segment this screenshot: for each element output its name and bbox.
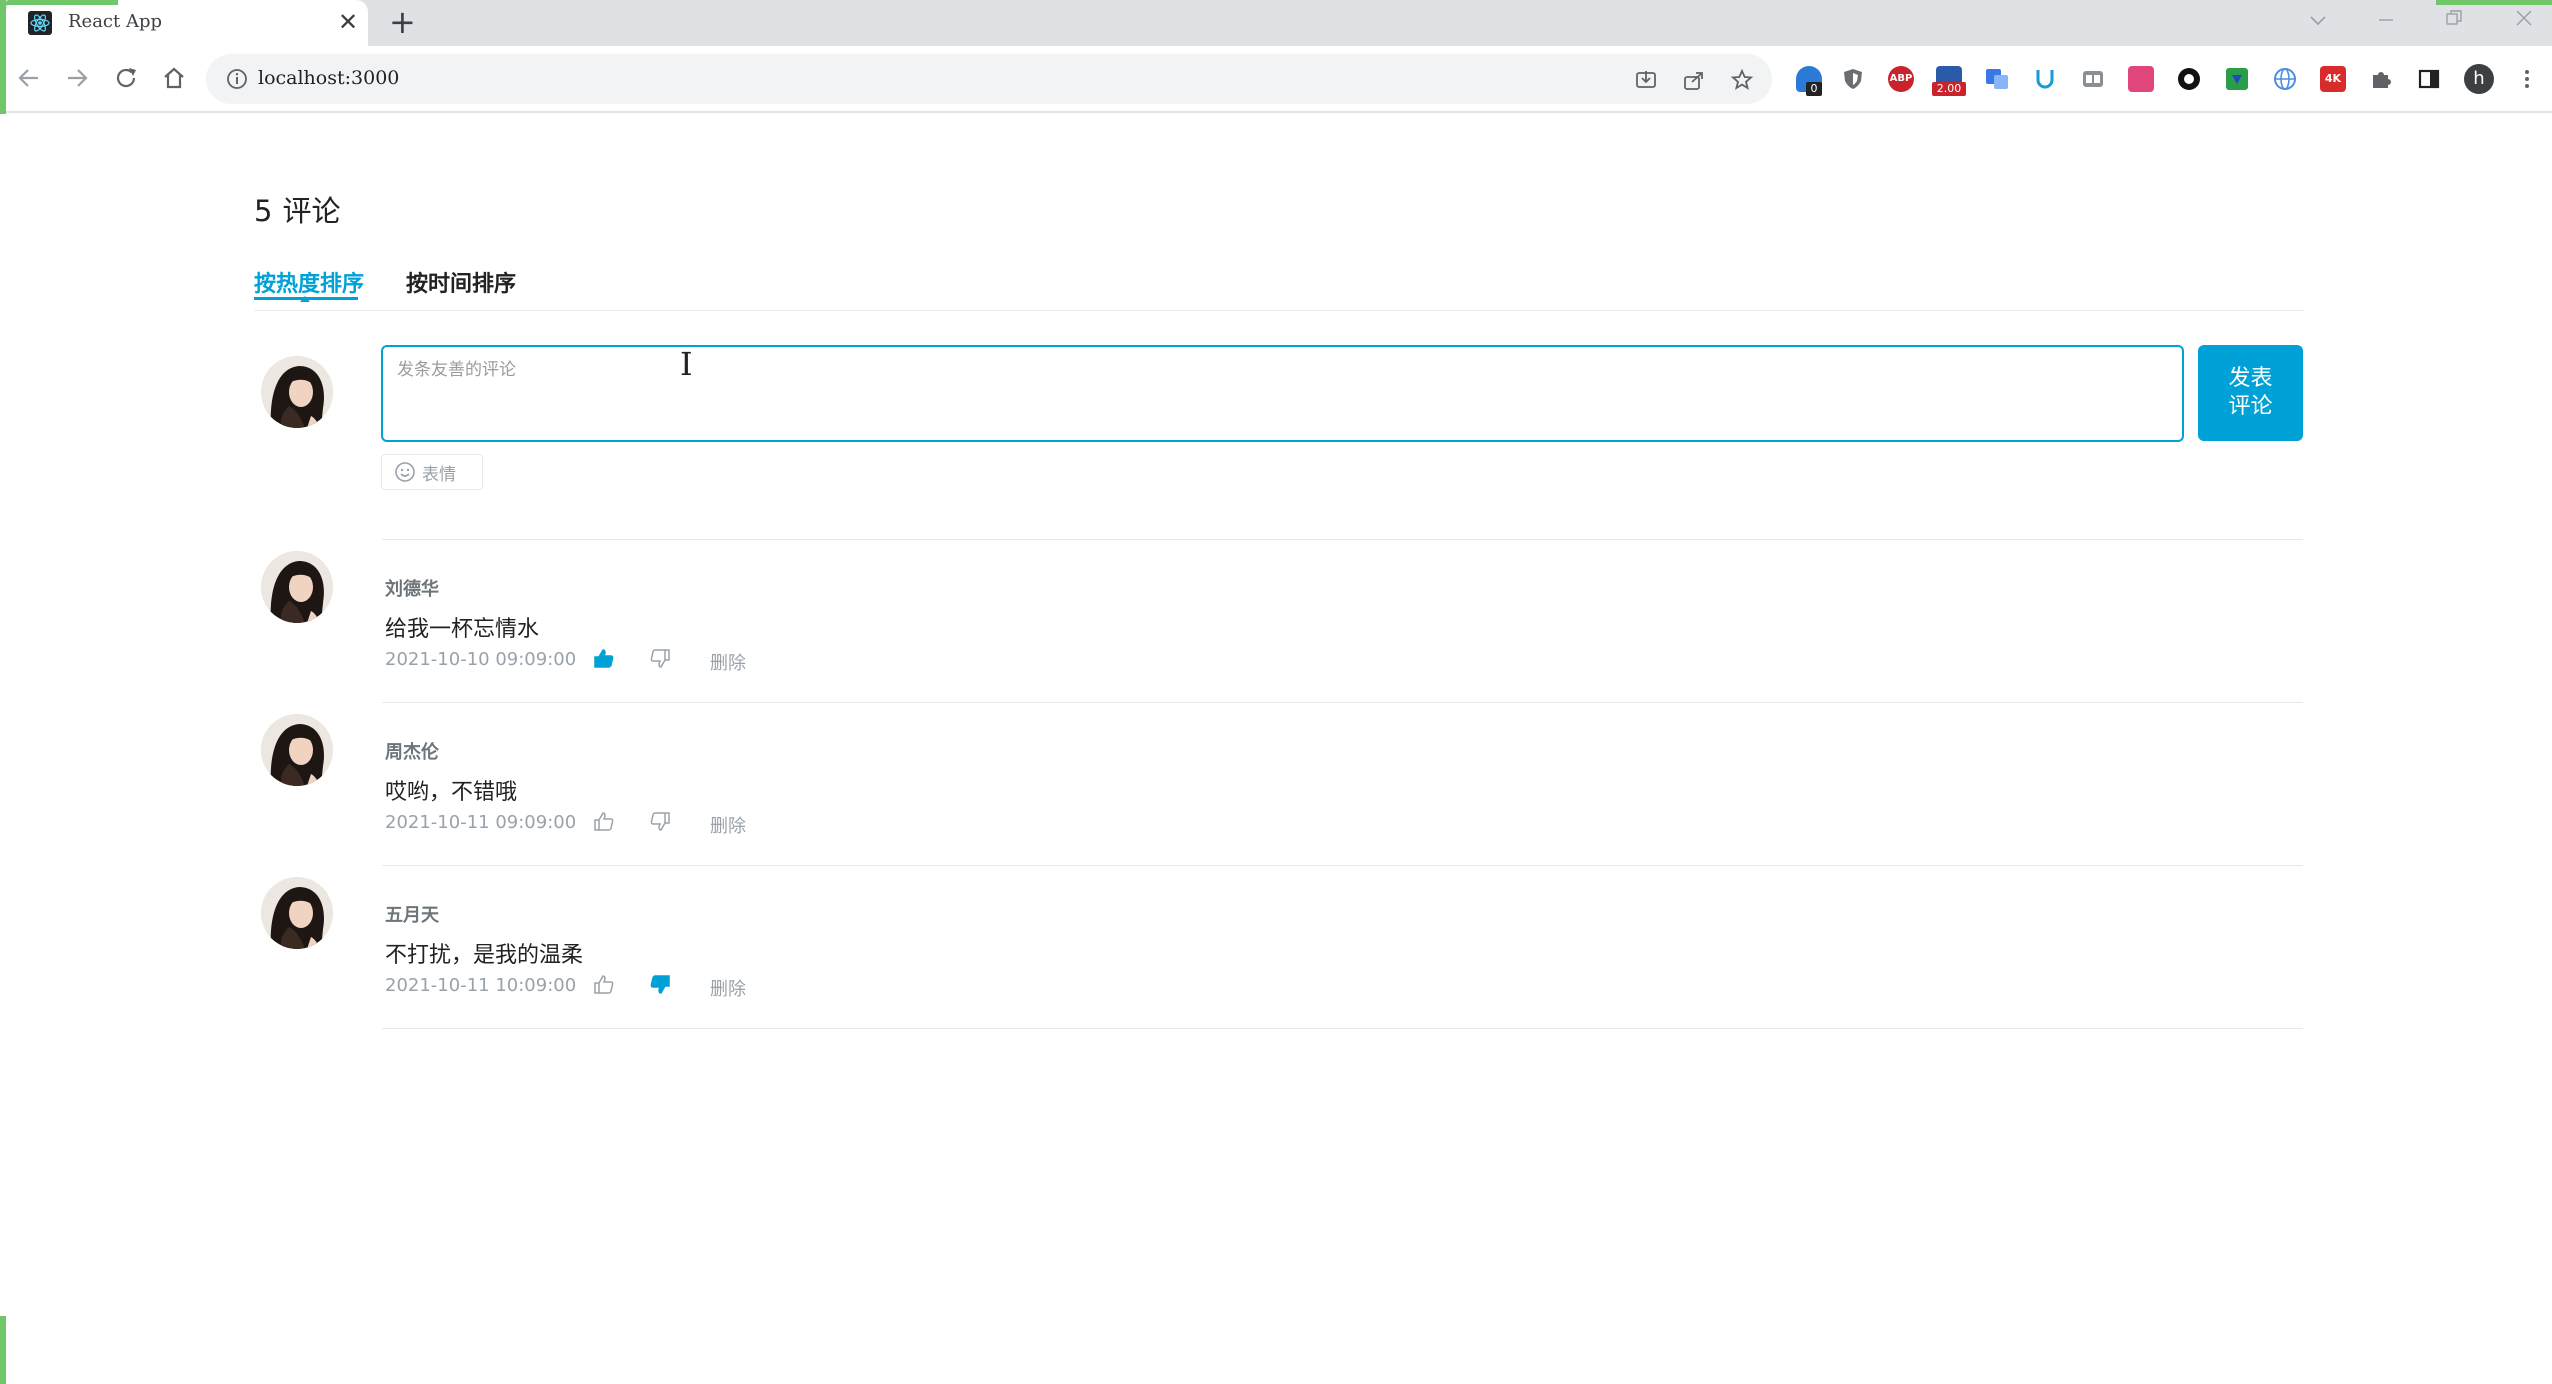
browser-tab[interactable]: React App ✕ <box>6 0 368 46</box>
menu-kebab-icon[interactable] <box>2514 66 2540 92</box>
comment-text: 给我一杯忘情水 <box>385 617 540 642</box>
tab-accent-bar <box>6 0 118 5</box>
comment-input[interactable] <box>381 345 2184 442</box>
browser-toolbar: localhost:3000 0 ABP 2.00 4K h <box>0 46 2552 113</box>
thumbs-up-icon[interactable] <box>592 973 614 995</box>
tab-sort-time-label: 按时间排序 <box>406 272 517 297</box>
active-tab-caret <box>300 296 310 302</box>
comment-count-title: 5 评论 <box>254 188 340 230</box>
minimize-icon[interactable] <box>2376 10 2396 30</box>
avatar-image-icon <box>261 551 333 623</box>
delete-comment-link[interactable]: 删除 <box>710 975 746 1001</box>
adblock-extension-icon[interactable]: ABP <box>1888 66 1914 92</box>
comment-username: 周杰伦 <box>385 742 439 763</box>
profile-avatar[interactable]: h <box>2464 64 2494 94</box>
react-icon <box>28 11 52 35</box>
translate-extension-icon[interactable] <box>1984 66 2010 92</box>
4k-extension-icon[interactable]: 4K <box>2320 66 2346 92</box>
avatar-image-icon <box>261 877 333 949</box>
thumbs-down-icon[interactable] <box>650 647 672 669</box>
emoji-button[interactable]: 表情 <box>381 454 483 490</box>
sidebar-icon[interactable] <box>2416 66 2442 92</box>
window-left-edge-bottom <box>0 1316 6 1384</box>
puzzle-extensions-icon[interactable] <box>2368 66 2394 92</box>
tab-search-icon[interactable] <box>2308 10 2328 30</box>
avatar-image-icon <box>261 356 333 428</box>
browser-tab-bar: React App ✕ + <box>0 0 2552 46</box>
divider <box>382 539 2303 540</box>
share-icon[interactable] <box>1682 68 1706 92</box>
thumbs-down-icon[interactable] <box>650 810 672 832</box>
publish-label-line1: 发表 <box>2228 366 2273 391</box>
window-left-edge <box>0 0 6 114</box>
comment-username: 五月天 <box>385 905 439 926</box>
comment-time: 2021-10-10 09:09:00 <box>385 649 577 670</box>
home-icon[interactable] <box>157 61 191 95</box>
forward-icon[interactable] <box>60 61 94 95</box>
smiley-icon <box>395 462 415 482</box>
delete-comment-link[interactable]: 删除 <box>710 812 746 838</box>
reload-icon[interactable] <box>109 61 143 95</box>
comment-avatar <box>261 714 333 786</box>
install-app-icon[interactable] <box>1634 68 1658 92</box>
text-cursor-icon: I <box>680 345 693 383</box>
download-extension-icon[interactable] <box>2224 66 2250 92</box>
comment-time: 2021-10-11 10:09:00 <box>385 975 577 996</box>
shield-extension-icon[interactable] <box>1840 66 1866 92</box>
url-text[interactable]: localhost:3000 <box>258 67 399 89</box>
tab-manager-extension-icon[interactable] <box>2080 66 2106 92</box>
comment-text: 不打扰，是我的温柔 <box>385 943 584 968</box>
close-window-icon[interactable] <box>2514 8 2534 28</box>
extension-badge: 0 <box>1806 82 1822 96</box>
comment-count-label: 评论 <box>282 194 341 228</box>
circle-extension-icon[interactable] <box>2176 66 2202 92</box>
address-bar[interactable]: localhost:3000 <box>206 54 1772 104</box>
tab-sort-time[interactable]: 按时间排序 <box>406 266 516 298</box>
publish-comment-button[interactable]: 发表 评论 <box>2198 345 2303 441</box>
globe-extension-icon[interactable] <box>2272 66 2298 92</box>
divider <box>382 865 2303 866</box>
tab-sort-hot[interactable]: 按热度排序 <box>254 266 365 302</box>
thumbs-up-icon[interactable] <box>592 647 614 669</box>
comment-username: 刘德华 <box>385 579 439 600</box>
site-info-icon[interactable] <box>226 68 248 90</box>
comment-text: 哎哟，不错哦 <box>385 780 518 805</box>
sort-tabs: 按热度排序 按时间排序 <box>254 266 2304 311</box>
tab-title: React App <box>68 11 163 32</box>
current-user-avatar <box>261 356 333 428</box>
pink-extension-icon[interactable] <box>2128 66 2154 92</box>
thumbs-down-icon[interactable] <box>650 973 672 995</box>
publish-label-line2: 评论 <box>2228 394 2273 419</box>
avatar-image-icon <box>261 714 333 786</box>
close-tab-icon[interactable]: ✕ <box>338 8 358 36</box>
window-accent-bar <box>2436 0 2552 5</box>
comment-avatar <box>261 877 333 949</box>
comment-count: 5 <box>254 194 273 228</box>
new-tab-button[interactable]: + <box>389 4 416 40</box>
comment-avatar <box>261 551 333 623</box>
tab-sort-hot-label: 按热度排序 <box>254 272 365 297</box>
divider <box>382 702 2303 703</box>
delete-comment-link[interactable]: 删除 <box>710 649 746 675</box>
back-icon[interactable] <box>12 61 46 95</box>
restore-icon[interactable] <box>2444 8 2464 28</box>
emoji-label: 表情 <box>422 464 456 485</box>
magnet-extension-icon[interactable] <box>2032 66 2058 92</box>
price-badge: 2.00 <box>1932 82 1966 96</box>
divider <box>382 1028 2303 1029</box>
bookmark-star-icon[interactable] <box>1730 68 1754 92</box>
thumbs-up-icon[interactable] <box>592 810 614 832</box>
comment-time: 2021-10-11 09:09:00 <box>385 812 577 833</box>
